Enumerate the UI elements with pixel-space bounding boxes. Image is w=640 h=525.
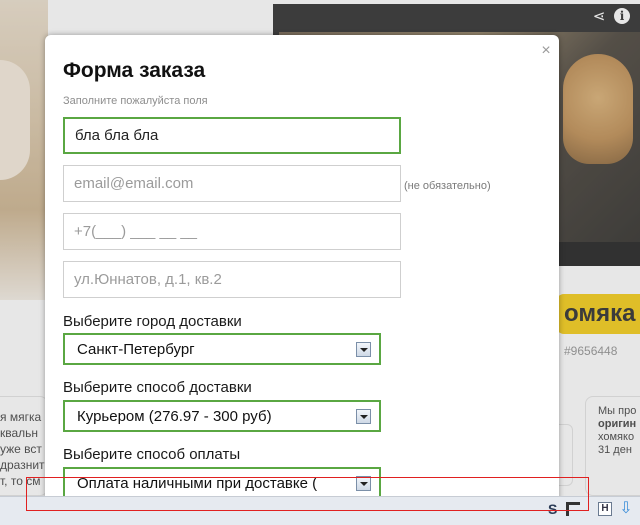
email-input[interactable] [63, 165, 401, 202]
email-optional-note: (не обязательно) [404, 180, 491, 192]
city-label: Выберите город доставки [63, 313, 242, 330]
payment-label: Выберите способ оплаты [63, 446, 241, 463]
delivery-select-value: Курьером (276.97 - 300 руб) [77, 408, 272, 425]
highlight-rectangle [26, 477, 589, 511]
h-extension-icon[interactable]: H [598, 502, 612, 516]
modal-title: Форма заказа [63, 59, 206, 82]
delivery-label: Выберите способ доставки [63, 379, 252, 396]
order-form-modal: × Форма заказа Заполните пожалуйста поля… [45, 35, 559, 505]
form-hint: Заполните пожалуйста поля [63, 95, 208, 107]
close-icon[interactable]: × [538, 43, 554, 59]
city-select-value: Санкт-Петербург [77, 341, 195, 358]
address-input[interactable] [63, 261, 401, 298]
delivery-select[interactable]: Курьером (276.97 - 300 руб) [63, 400, 381, 432]
chevron-down-icon[interactable] [356, 409, 371, 424]
download-icon[interactable]: ⇩ [618, 500, 634, 518]
name-input[interactable] [63, 117, 401, 154]
chevron-down-icon[interactable] [356, 342, 371, 357]
city-select[interactable]: Санкт-Петербург [63, 333, 381, 365]
phone-input[interactable] [63, 213, 401, 250]
